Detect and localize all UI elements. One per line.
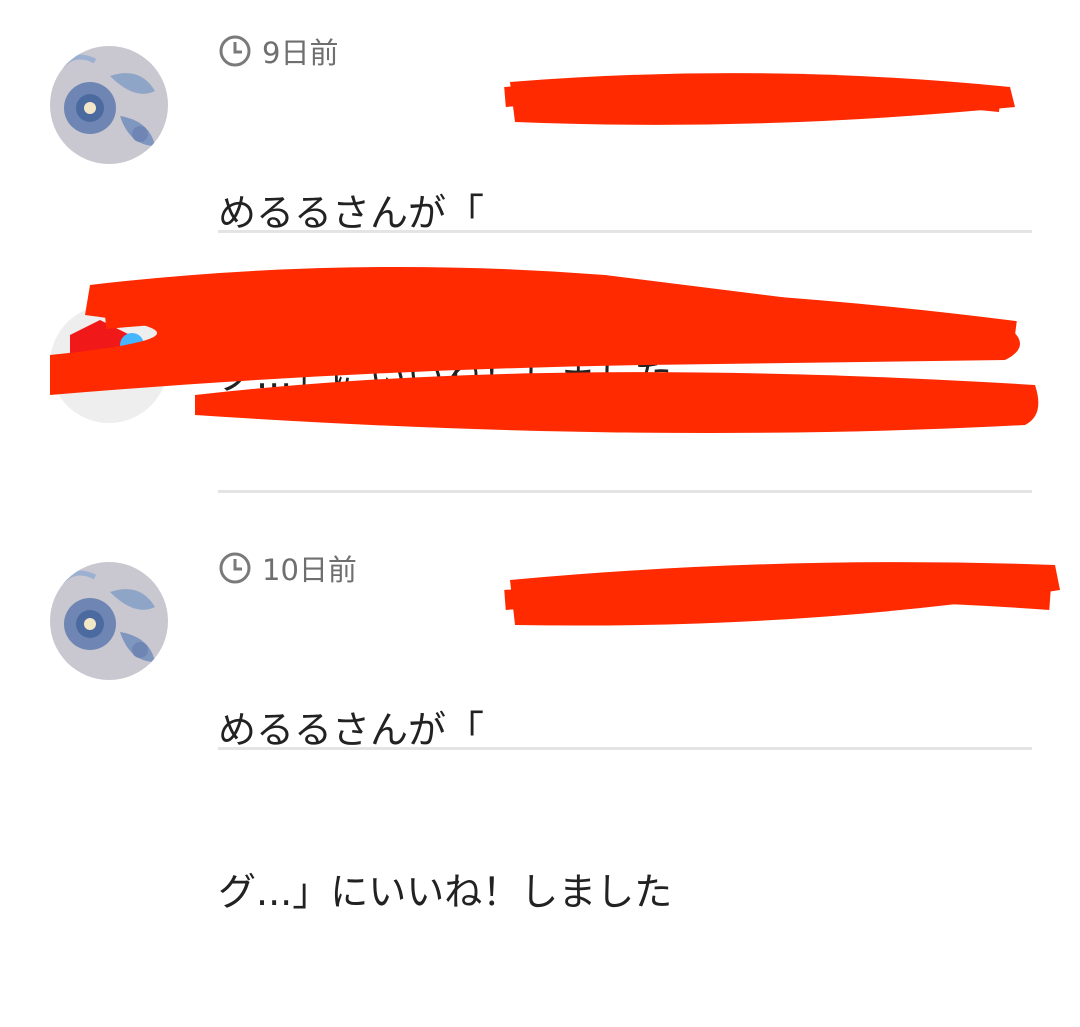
avatar[interactable] [50, 46, 168, 164]
message-line: グ...」にいいね！しました [218, 870, 673, 914]
avatar[interactable] [50, 562, 168, 680]
divider [218, 747, 1032, 750]
divider [218, 490, 1032, 493]
timestamp: 10日前 [218, 547, 357, 589]
clock-icon [219, 35, 251, 67]
divider [218, 230, 1032, 233]
time-text: 9日前 [262, 36, 339, 70]
notification-item[interactable]: 10日前 めるるさんが「 グ...」にいいね！しました [0, 495, 1080, 914]
floral-avatar-image [50, 46, 168, 164]
timestamp: 9日前 [218, 30, 338, 72]
app-logo-avatar [50, 305, 168, 423]
floral-avatar-image [50, 562, 168, 680]
clock-icon [219, 552, 251, 584]
time-text: 10日前 [262, 553, 357, 587]
avatar[interactable] [50, 305, 168, 423]
notification-item[interactable]: 9日前 めるるさんが「 グ...」にいいね！しました [0, 0, 1080, 397]
notification-message: めるるさんが「 グ...」にいいね！しました [218, 595, 1018, 1027]
notification-item[interactable] [0, 235, 1080, 495]
